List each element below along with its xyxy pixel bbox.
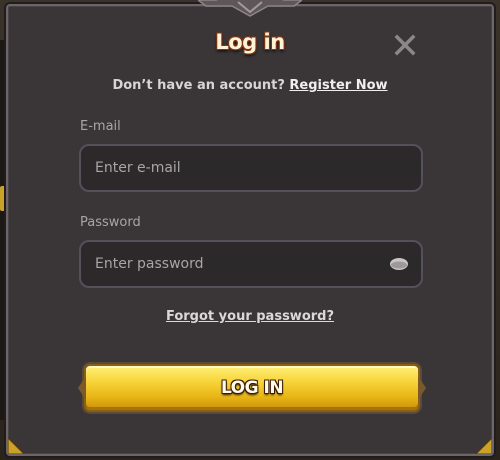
- dialog-title: Log in: [215, 30, 285, 54]
- corner-ornament-icon: [476, 438, 492, 454]
- password-field[interactable]: [79, 240, 423, 288]
- email-input[interactable]: [95, 146, 375, 190]
- password-label: Password: [80, 215, 141, 230]
- register-prompt-text: Don’t have an account?: [112, 78, 285, 93]
- forgot-password-row: Forgot your password?: [0, 309, 500, 324]
- login-button[interactable]: LOG IN: [78, 364, 426, 412]
- email-field[interactable]: [79, 144, 423, 192]
- corner-ornament-icon: [8, 438, 24, 454]
- register-prompt-line: Don’t have an account? Register Now: [0, 78, 500, 93]
- login-button-label: LOG IN: [220, 378, 284, 398]
- email-label: E-mail: [80, 119, 121, 134]
- eye-icon[interactable]: [389, 256, 409, 272]
- register-now-link[interactable]: Register Now: [289, 78, 387, 93]
- close-icon[interactable]: [392, 32, 418, 58]
- password-input[interactable]: [95, 242, 375, 286]
- top-ornament-icon: [198, 0, 302, 17]
- forgot-password-link[interactable]: Forgot your password?: [166, 309, 334, 324]
